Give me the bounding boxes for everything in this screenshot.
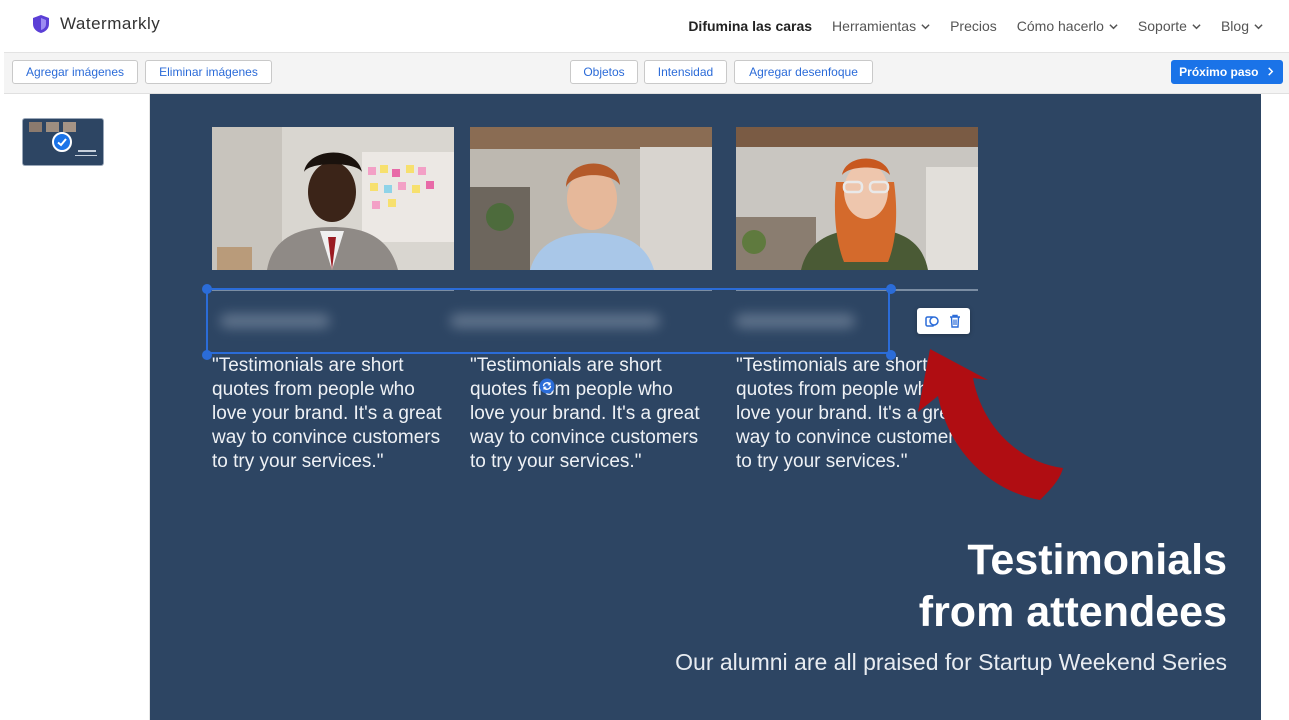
- brand[interactable]: Watermarkly: [32, 14, 160, 34]
- selection-toolbar: [917, 308, 970, 334]
- brand-name: Watermarkly: [60, 14, 161, 33]
- testimonial-quote-2: "Testimonials are short quotes from peop…: [470, 355, 700, 472]
- menu-item-blog[interactable]: Blog: [1221, 18, 1263, 34]
- chevron-right-icon: [1268, 67, 1274, 76]
- resize-handle-top-right[interactable]: [886, 284, 896, 294]
- thumb-title-line: [78, 150, 96, 152]
- attendee-photo-2: [470, 127, 712, 270]
- chevron-down-icon: [1109, 23, 1118, 29]
- thumb-photo: [63, 122, 76, 132]
- menu-item-label: Blog: [1220, 18, 1249, 34]
- add-images-button[interactable]: Agregar imágenes: [12, 60, 138, 84]
- menu-item-how-to[interactable]: Cómo hacerlo: [1017, 18, 1118, 34]
- testimonial-quote-1: "Testimonials are short quotes from peop…: [212, 355, 442, 472]
- slide-title: Testimonials from attendees: [919, 534, 1227, 638]
- shield-logo-icon: [33, 15, 49, 33]
- main-menu: Difumina las caras Herramientas Precios …: [688, 18, 1263, 34]
- right-gutter: [1261, 94, 1289, 720]
- menu-item-label: Soporte: [1137, 18, 1187, 34]
- menu-item-label: Herramientas: [832, 18, 917, 34]
- attendee-photo-3: [736, 127, 978, 270]
- thumb-photo: [29, 122, 42, 132]
- attendee-photo-1: [212, 127, 454, 270]
- image-list-panel: [4, 94, 150, 720]
- chevron-down-icon: [1254, 23, 1263, 29]
- selected-checkmark-icon: [52, 132, 72, 152]
- arrow-pointer: [918, 349, 1063, 500]
- remove-images-button[interactable]: Eliminar imágenes: [145, 60, 272, 84]
- trash-icon[interactable]: [947, 313, 963, 329]
- thumb-photo: [46, 122, 59, 132]
- editor-toolbar: Agregar imágenes Eliminar imágenes Objet…: [4, 53, 1289, 94]
- rotate-icon[interactable]: [539, 378, 555, 394]
- add-blur-button[interactable]: Agregar desenfoque: [734, 60, 873, 84]
- menu-item-label: Difumina las caras: [688, 18, 813, 34]
- image-thumbnail[interactable]: [23, 119, 103, 165]
- menu-item-pricing[interactable]: Precios: [950, 18, 997, 34]
- title-line-2: from attendees: [918, 588, 1227, 636]
- thumb-subtitle-line: [75, 155, 97, 156]
- chevron-down-icon: [921, 23, 930, 29]
- blur-selection-box[interactable]: [206, 288, 890, 354]
- menu-item-tools[interactable]: Herramientas: [832, 18, 930, 34]
- objects-button[interactable]: Objetos: [570, 60, 638, 84]
- chevron-down-icon: [1192, 23, 1201, 29]
- top-navigation: Watermarkly Difumina las caras Herramien…: [4, 0, 1289, 53]
- menu-item-label: Cómo hacerlo: [1016, 18, 1104, 34]
- intensity-button[interactable]: Intensidad: [644, 60, 727, 84]
- slide-subtitle: Our alumni are all praised for Startup W…: [675, 649, 1227, 675]
- menu-item-blur-faces[interactable]: Difumina las caras: [688, 18, 812, 34]
- title-line-1: Testimonials: [967, 536, 1227, 584]
- resize-handle-top-left[interactable]: [202, 284, 212, 294]
- menu-item-label: Precios: [950, 18, 997, 34]
- menu-item-support[interactable]: Soporte: [1138, 18, 1201, 34]
- resize-handle-bottom-left[interactable]: [202, 350, 212, 360]
- duplicate-icon[interactable]: [924, 313, 940, 329]
- slide-canvas[interactable]: "Testimonials are short quotes from peop…: [150, 94, 1261, 720]
- next-step-button[interactable]: Próximo paso: [1171, 60, 1283, 84]
- next-step-label: Próximo paso: [1179, 65, 1259, 79]
